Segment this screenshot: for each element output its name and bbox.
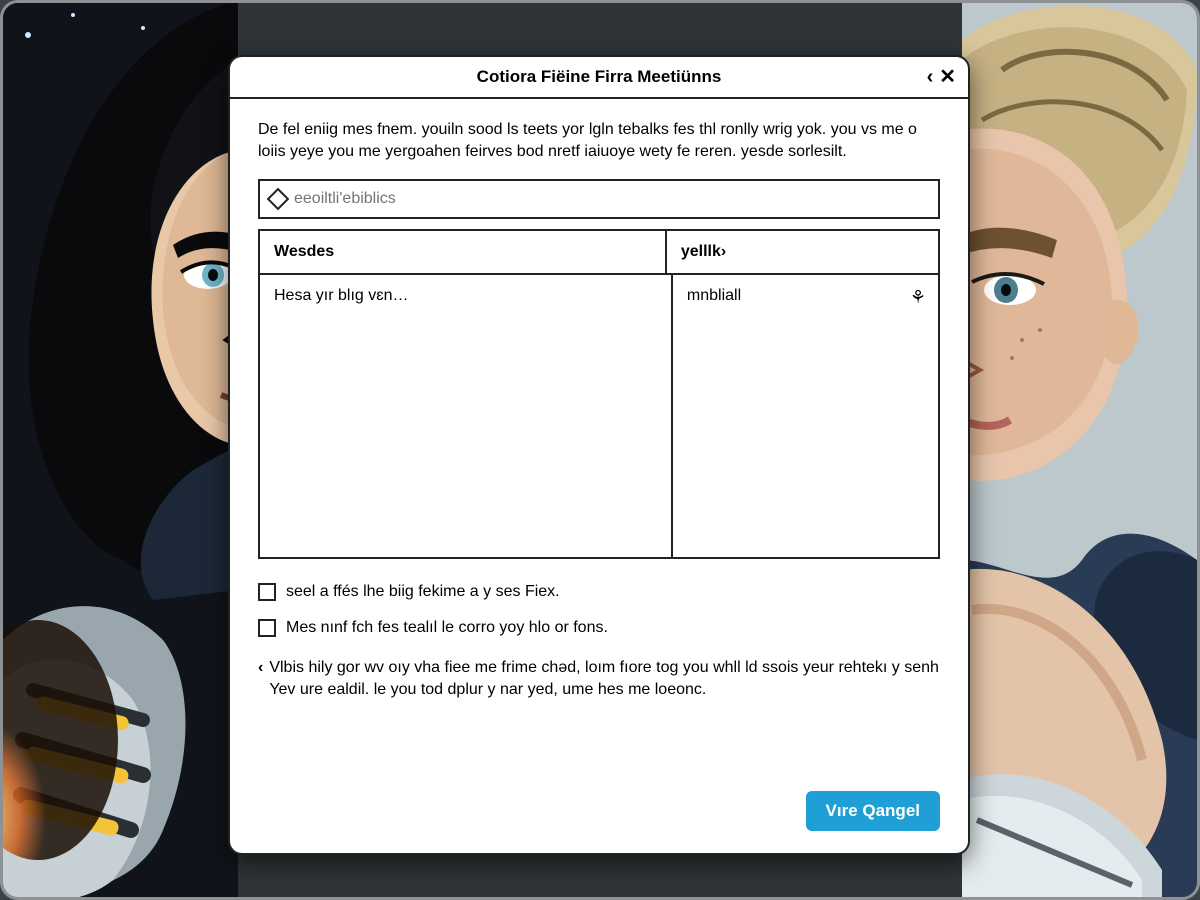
search-field[interactable] — [258, 179, 940, 219]
column-header-b[interactable]: yelllk › — [667, 231, 938, 273]
bg-art-right — [962, 3, 1197, 897]
footer-note: ‹ Vlbis hily gor wv oıy vha fiee me frim… — [258, 657, 940, 701]
checkbox-1-label: seel a ffés lhe biig fekime a y ses Fiex… — [286, 581, 560, 603]
dialog-intro-text: De fel eniig mes fnem. youiln sood ls te… — [258, 119, 940, 163]
table-cell-b[interactable]: mnbliall — [673, 275, 755, 317]
column-header-a[interactable]: Wesdes — [260, 231, 667, 273]
chevron-right-icon[interactable]: › — [721, 241, 726, 263]
row-action-icon[interactable]: ⚘ — [910, 285, 926, 310]
close-icon[interactable]: ✕ — [939, 67, 956, 87]
checkbox-2-label: Mes nınf fch fes tealıl le corro yoy hlo… — [286, 617, 608, 639]
dialog-title: Cotiora Fiëine Firra Meetiünns — [477, 67, 722, 87]
primary-action-button[interactable]: Vıre Qangel — [806, 791, 940, 831]
settings-dialog: Cotiora Fiëine Firra Meetiünns ‹ ✕ De fe… — [228, 55, 970, 855]
back-icon[interactable]: ‹ — [927, 67, 934, 87]
diamond-icon — [267, 188, 290, 211]
chevron-left-icon: ‹ — [258, 657, 263, 701]
bg-art-left — [3, 3, 238, 897]
results-table: Wesdes yelllk › Hesa yır blıg vɛn… mnbli… — [258, 229, 940, 559]
search-input[interactable] — [294, 190, 928, 208]
dialog-titlebar: Cotiora Fiëine Firra Meetiünns ‹ ✕ — [230, 57, 968, 99]
checkbox-2[interactable] — [258, 619, 276, 637]
checkbox-1[interactable] — [258, 583, 276, 601]
table-cell-a[interactable]: Hesa yır blıg vɛn… — [260, 275, 423, 317]
